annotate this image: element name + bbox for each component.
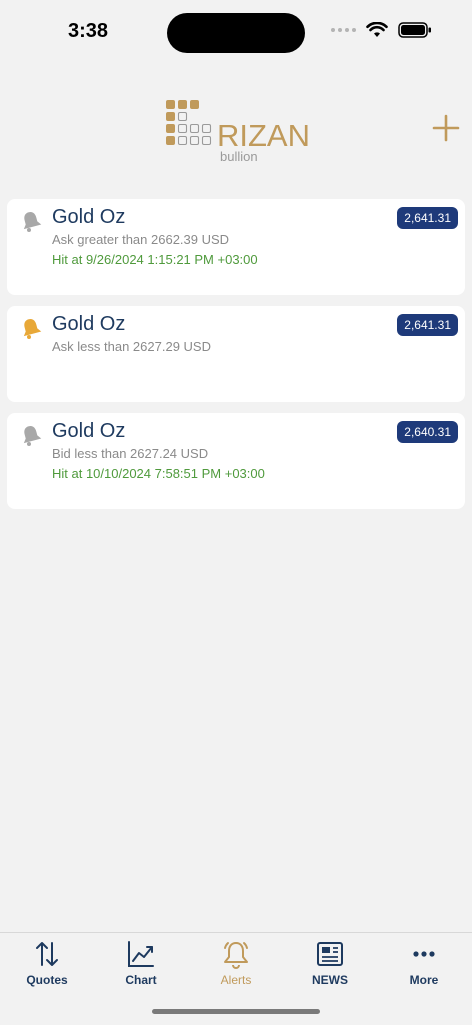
tab-more[interactable]: More	[384, 939, 464, 987]
bell-inactive-icon	[23, 426, 42, 446]
status-icons	[331, 22, 432, 38]
alert-card[interactable]: Gold Oz Ask greater than 2662.39 USD Hit…	[7, 199, 465, 295]
dynamic-island	[167, 13, 305, 53]
tab-news[interactable]: NEWS	[290, 939, 370, 987]
battery-icon	[398, 22, 431, 38]
tab-alerts[interactable]: Alerts	[196, 939, 276, 987]
bell-icon	[224, 942, 248, 969]
logo-subtext: bullion	[220, 149, 258, 164]
signal-icon	[331, 28, 356, 32]
status-time: 3:38	[68, 20, 109, 42]
alerts-list: Gold Oz Ask greater than 2662.39 USD Hit…	[7, 199, 465, 520]
bell-inactive-icon	[23, 212, 42, 232]
rizan-logo: RIZAN bullion	[166, 100, 310, 164]
alert-card[interactable]: Gold Oz Ask less than 2627.29 USD 2,641.…	[7, 306, 465, 402]
home-indicator[interactable]	[152, 1009, 320, 1014]
tab-quotes[interactable]: Quotes	[7, 939, 87, 987]
alert-hit-time: Hit at 9/26/2024 1:15:21 PM +03:00	[52, 252, 258, 267]
logo-text: RIZAN	[217, 118, 310, 153]
alert-title: Gold Oz	[52, 313, 126, 335]
sort-arrows-icon	[36, 942, 58, 966]
price-badge: 2,641.31	[397, 314, 458, 336]
alert-condition: Ask less than 2627.29 USD	[52, 339, 211, 354]
add-alert-button[interactable]	[432, 114, 460, 142]
tab-label: More	[409, 973, 439, 987]
wifi-icon	[366, 22, 388, 37]
bell-active-icon	[23, 319, 42, 339]
alert-hit-time: Hit at 10/10/2024 7:58:51 PM +03:00	[52, 466, 265, 481]
more-dots-icon	[413, 951, 435, 957]
newspaper-icon	[317, 942, 343, 966]
alert-title: Gold Oz	[52, 206, 126, 228]
alert-card[interactable]: Gold Oz Bid less than 2627.24 USD Hit at…	[7, 413, 465, 509]
price-badge: 2,641.31	[397, 207, 458, 229]
tab-label: Quotes	[26, 973, 68, 987]
tab-label: Alerts	[220, 973, 252, 987]
tab-label: Chart	[125, 973, 157, 987]
alert-title: Gold Oz	[52, 420, 126, 442]
tab-label: NEWS	[312, 973, 348, 987]
alert-condition: Ask greater than 2662.39 USD	[52, 232, 230, 247]
alert-condition: Bid less than 2627.24 USD	[52, 446, 209, 461]
tab-chart[interactable]: Chart	[101, 939, 181, 987]
chart-icon	[128, 941, 154, 967]
price-badge: 2,640.31	[397, 421, 458, 443]
